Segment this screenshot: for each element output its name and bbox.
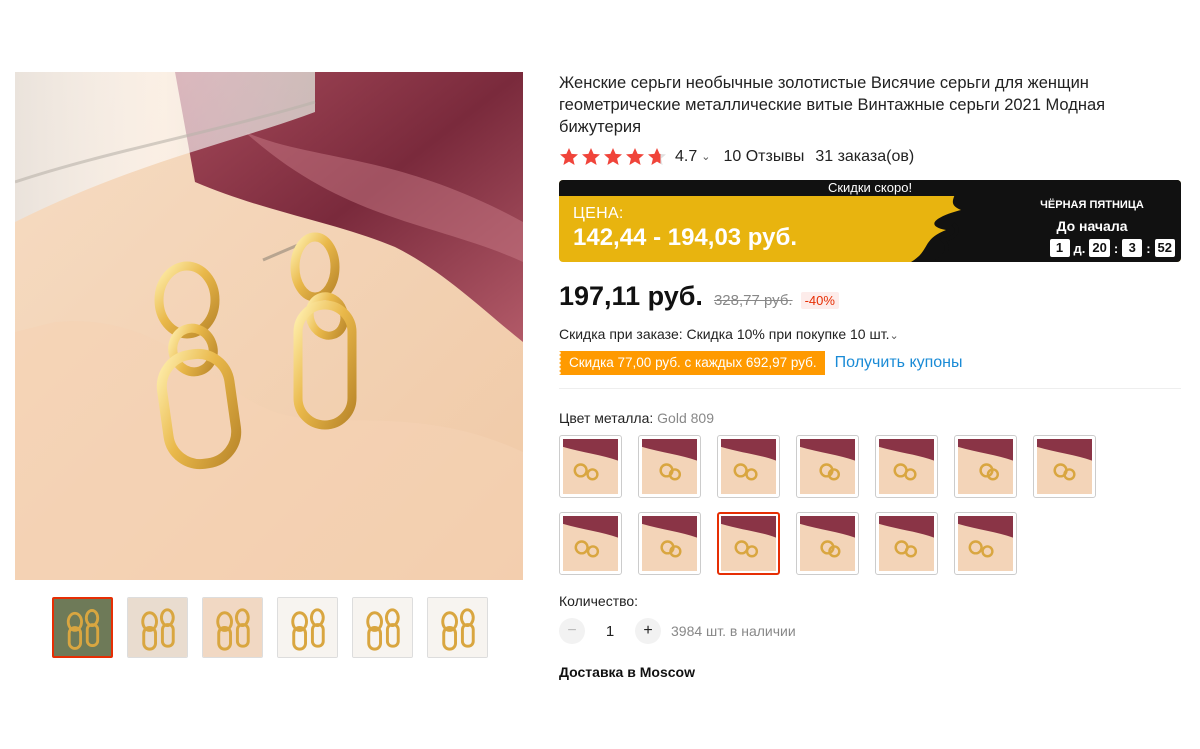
increase-quantity-button[interactable]: +: [635, 618, 661, 644]
star-icon: [604, 148, 622, 165]
color-variant-option[interactable]: [875, 512, 938, 575]
star-icon: [626, 148, 644, 165]
thumbnail-image: [278, 598, 337, 657]
variant-image: [642, 516, 697, 571]
variant-image: [1037, 439, 1092, 494]
countdown-seconds: 52: [1154, 239, 1175, 257]
color-variant-option[interactable]: [559, 512, 622, 575]
chevron-down-icon[interactable]: ⌄: [701, 150, 710, 163]
rating-row: 4.7 ⌄ 10 Отзывы 31 заказа(ов): [559, 147, 1181, 166]
get-coupons-link[interactable]: Получить купоны: [835, 354, 963, 372]
countdown-hours: 20: [1089, 239, 1110, 257]
gallery-thumbnail[interactable]: [127, 597, 188, 658]
gallery-thumbnail[interactable]: [427, 597, 488, 658]
promo-price-range: 142,44 - 194,03 руб.: [573, 224, 797, 251]
variant-image: [563, 439, 618, 494]
color-label-text: Цвет металла:: [559, 410, 654, 426]
countdown-separator: :: [1146, 240, 1151, 256]
variant-image: [721, 516, 776, 571]
gallery-thumbnail[interactable]: [352, 597, 413, 658]
stock-count: 3984 шт. в наличии: [671, 623, 796, 639]
old-price: 328,77 руб.: [713, 292, 793, 309]
star-icon: [560, 148, 578, 165]
bulk-discount[interactable]: Скидка при заказе: Скидка 10% при покупк…: [559, 326, 1181, 342]
color-variant-option[interactable]: [954, 435, 1017, 498]
star-icon: [648, 148, 666, 165]
variant-image: [958, 439, 1013, 494]
countdown-days-unit: д.: [1073, 240, 1086, 256]
bulk-discount-text: Скидка при заказе: Скидка 10% при покупк…: [559, 326, 890, 342]
color-variant-option[interactable]: [717, 435, 780, 498]
orders-count: 31 заказа(ов): [815, 147, 915, 165]
rating-value[interactable]: 4.7: [675, 148, 697, 166]
variant-image: [721, 439, 776, 494]
countdown-days: 1: [1049, 239, 1070, 257]
event-subtitle: До начала: [1056, 218, 1128, 234]
countdown-minutes: 3: [1122, 239, 1143, 257]
event-title: ЧЁРНАЯ ПЯТНИЦА: [1040, 199, 1144, 211]
current-price: 197,11 руб.: [559, 281, 703, 311]
reviews-link[interactable]: 10 Отзывы: [723, 148, 804, 166]
color-variant-option[interactable]: [796, 435, 859, 498]
chevron-down-icon[interactable]: ⌄: [889, 330, 898, 342]
delivery-heading: Доставка в Moscow: [559, 664, 695, 680]
coupon-tag: Скидка 77,00 руб. с каждых 692,97 руб.: [559, 351, 825, 375]
thumbnail-image: [353, 598, 412, 657]
black-friday-banner: Скидки скоро! ЦЕНА: 142,44 - 194,03 руб.…: [559, 180, 1181, 262]
discount-badge: -40%: [800, 292, 839, 309]
variant-image: [563, 516, 618, 571]
selected-color-value: Gold 809: [657, 410, 714, 426]
color-variant-option[interactable]: [796, 512, 859, 575]
color-label: Цвет металла: Gold 809: [559, 410, 1181, 426]
main-product-image[interactable]: [15, 72, 523, 580]
variant-image: [642, 439, 697, 494]
variant-image: [879, 516, 934, 571]
countdown-separator: :: [1113, 240, 1119, 256]
thumbnail-image: [428, 598, 487, 657]
divider: [559, 388, 1181, 389]
rating-stars: [559, 147, 667, 166]
color-variant-option[interactable]: [954, 512, 1017, 575]
sale-soon-label: Скидки скоро!: [559, 180, 1181, 196]
variant-image: [879, 439, 934, 494]
quantity-value[interactable]: 1: [585, 623, 635, 640]
product-info: Женские серьги необычные золотистые Вися…: [559, 72, 1181, 680]
variant-image: [800, 439, 855, 494]
color-variant-option[interactable]: [1033, 435, 1096, 498]
color-variant-option[interactable]: [875, 435, 938, 498]
star-icon: [582, 148, 600, 165]
gallery-thumbnail[interactable]: [277, 597, 338, 658]
quantity-stepper: − 1 + 3984 шт. в наличии: [559, 618, 1181, 644]
color-variant-option[interactable]: [717, 512, 780, 575]
coupon-row: Скидка 77,00 руб. с каждых 692,97 руб. П…: [559, 351, 1181, 375]
variant-image: [958, 516, 1013, 571]
variant-image: [800, 516, 855, 571]
thumbnail-image: [203, 598, 262, 657]
promo-price-label: ЦЕНА:: [573, 205, 624, 222]
color-variant-option[interactable]: [638, 512, 701, 575]
thumbnail-image: [54, 599, 111, 656]
quantity-label: Количество:: [559, 593, 639, 609]
price-row: 197,11 руб. 328,77 руб. -40%: [559, 281, 1181, 312]
gallery-thumbnail[interactable]: [202, 597, 263, 658]
product-title: Женские серьги необычные золотистые Вися…: [559, 74, 1106, 136]
countdown-timer: 1 д. 20 : 3 : 52: [1049, 239, 1175, 257]
gallery-thumbnails: [52, 597, 488, 658]
gallery-thumbnail[interactable]: [52, 597, 113, 658]
color-variant-option[interactable]: [638, 435, 701, 498]
thumbnail-image: [128, 598, 187, 657]
decrease-quantity-button[interactable]: −: [559, 618, 585, 644]
color-variant-option[interactable]: [559, 435, 622, 498]
color-variants: [559, 435, 1181, 575]
